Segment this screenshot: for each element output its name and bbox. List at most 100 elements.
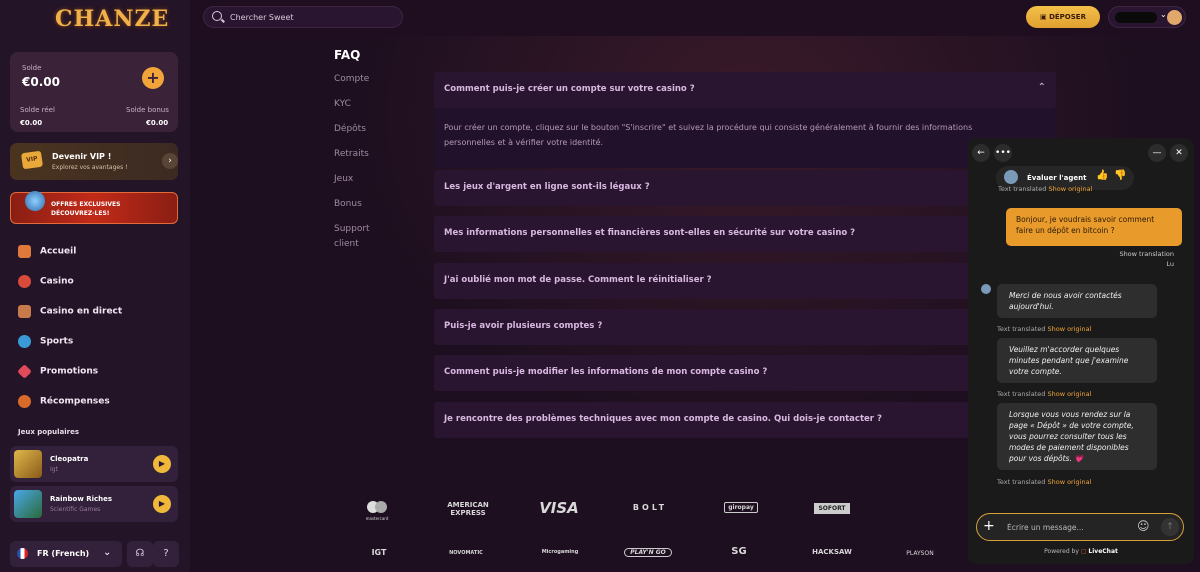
translated-label: Text translated [997, 478, 1046, 486]
answer-line: personnelles et à vérifier votre identit… [444, 138, 604, 147]
faq-item[interactable]: Je rencontre des problèmes techniques av… [434, 402, 1056, 438]
ball-icon [18, 335, 31, 348]
faq-answer-text: Pour créer un compte, cliquez sur le bou… [444, 120, 1044, 150]
brand-logo[interactable]: CHANZE [55, 6, 169, 32]
translation-note: Text translated Show original [997, 325, 1091, 333]
faq-question: Je rencontre des problèmes techniques av… [444, 414, 882, 424]
mastercard-icon [367, 501, 387, 513]
attach-plus-icon[interactable]: + [983, 518, 995, 534]
help-icon[interactable]: ? [153, 541, 179, 567]
game-provider: Scientific Games [50, 506, 101, 513]
faq-item[interactable]: J'ai oublié mon mot de passe. Comment le… [434, 263, 1056, 299]
nav-item-promotions[interactable]: Promotions [17, 364, 98, 379]
deposit-button[interactable]: ▣ DÉPOSER [1026, 6, 1100, 28]
nav-item-accueil[interactable]: Accueil [18, 245, 76, 258]
agent-message-bubble: Veuillez m'accorder quelques minutes pen… [997, 338, 1157, 383]
vip-subtitle: Explorez vos avantages ! [52, 164, 128, 171]
answer-line: Pour créer un compte, cliquez sur le bou… [444, 123, 973, 132]
gem-icon [17, 364, 32, 379]
powered-brand[interactable]: LiveChat [1088, 548, 1117, 555]
faq-nav-bonus[interactable]: Bonus [334, 199, 362, 209]
game-provider: Igt [50, 466, 58, 473]
game-card-rainbow-riches[interactable]: Rainbow Riches Scientific Games ▶ [10, 486, 178, 522]
chevron-up-icon: ⌃ [1037, 82, 1046, 93]
vip-banner[interactable]: VIP Devenir VIP ! Explorez vos avantages… [10, 143, 178, 180]
faq-nav-support[interactable]: Support [334, 224, 370, 234]
vip-badge-icon: VIP [20, 150, 44, 170]
translated-label: Text translated [997, 325, 1046, 333]
agent-avatar [981, 284, 991, 294]
bolt-logo: BOLT [632, 503, 668, 512]
exclusive-offers-banner[interactable]: OFFRES EXCLUSIVES DÉCOUVREZ-LES! [10, 191, 178, 224]
message-input[interactable] [1007, 521, 1127, 534]
user-menu[interactable]: ⌄ [1108, 6, 1186, 28]
nav-label: Récompenses [40, 396, 110, 407]
agent-message-bubble: Lorsque vous vous rendez sur la page « D… [997, 403, 1157, 470]
add-funds-button[interactable]: + [142, 67, 164, 89]
faq-nav-compte[interactable]: Compte [334, 74, 369, 84]
faq-item[interactable]: Puis-je avoir plusieurs comptes ? [434, 309, 1056, 345]
thumbs-up-icon[interactable]: 👍 [1096, 170, 1108, 181]
offers-line1: OFFRES EXCLUSIVES [51, 201, 121, 208]
faq-nav-kyc[interactable]: KYC [334, 99, 351, 109]
bonus-balance-label: Solde bonus [126, 106, 169, 114]
search-input[interactable] [230, 10, 390, 24]
faq-nav-depots[interactable]: Dépôts [334, 124, 366, 134]
show-original-link[interactable]: Show original [1047, 390, 1091, 398]
wallet-card: Solde €0.00 + Solde réel Solde bonus €0.… [10, 52, 178, 132]
avatar[interactable] [1167, 10, 1182, 25]
home-icon [18, 245, 31, 258]
more-options-icon[interactable]: ••• [994, 144, 1012, 162]
vip-title: Devenir VIP ! [52, 152, 112, 161]
faq-nav-client[interactable]: client [334, 239, 359, 249]
show-translation-link[interactable]: Show translation [968, 250, 1174, 258]
nav-item-casino[interactable]: Casino [18, 275, 74, 288]
nav-item-recompenses[interactable]: Récompenses [18, 395, 110, 408]
nav-item-sports[interactable]: Sports [18, 335, 73, 348]
playngo-logo: PLAY'N GO [624, 548, 672, 557]
show-original-link[interactable]: Show original [1048, 185, 1092, 193]
search-box[interactable] [203, 6, 403, 28]
user-message-bubble: Bonjour, je voudrais savoir comment fair… [1006, 208, 1182, 246]
game-card-cleopatra[interactable]: Cleopatra Igt ▶ [10, 446, 178, 482]
search-icon [212, 11, 222, 21]
nav-item-live-casino[interactable]: Casino en direct [18, 305, 122, 318]
headset-support-icon[interactable]: ☊ [127, 541, 153, 567]
real-balance-value: €0.00 [20, 119, 43, 127]
close-icon[interactable]: ✕ [1170, 144, 1188, 162]
emoji-icon[interactable]: ☺ [1137, 519, 1150, 533]
faq-question: Puis-je avoir plusieurs comptes ? [444, 321, 603, 331]
send-arrow-icon[interactable]: ↑ [1161, 518, 1179, 536]
powered-label: Powered by [1044, 548, 1079, 555]
popular-games-title: Jeux populaires [18, 428, 79, 436]
faq-item[interactable]: Comment puis-je créer un compte sur votr… [434, 72, 1056, 108]
faq-item[interactable]: Mes informations personnelles et financi… [434, 216, 1056, 252]
faq-item[interactable]: Comment puis-je modifier les information… [434, 355, 1056, 391]
hacksaw-logo: HACKSAW [812, 548, 852, 556]
show-original-link[interactable]: Show original [1047, 325, 1091, 333]
real-balance-label: Solde réel [20, 106, 55, 114]
rewards-icon [18, 395, 31, 408]
faq-item[interactable]: Les jeux d'argent en ligne sont-ils léga… [434, 170, 1056, 206]
game-thumbnail [14, 490, 42, 518]
play-icon[interactable]: ▶ [153, 495, 171, 513]
read-status: Lu [1166, 260, 1174, 268]
message-composer[interactable]: + ☺ ↑ [976, 513, 1184, 541]
faq-nav-jeux[interactable]: Jeux [334, 174, 353, 184]
logo-label: mastercard [365, 516, 389, 521]
amex-logo: AMERICAN EXPRESS [447, 501, 489, 517]
show-original-link[interactable]: Show original [1047, 478, 1091, 486]
faq-nav-retraits[interactable]: Retraits [334, 149, 369, 159]
minimize-icon[interactable]: — [1148, 144, 1166, 162]
back-arrow-icon[interactable]: ← [972, 144, 990, 162]
agent-message-bubble: Merci de nous avoir contactés aujourd'hu… [997, 284, 1157, 318]
chevron-right-icon[interactable]: › [162, 153, 178, 169]
wallet-icon: ▣ [1040, 13, 1050, 21]
play-icon[interactable]: ▶ [153, 455, 171, 473]
sidebar: CHANZE Solde €0.00 + Solde réel Solde bo… [0, 0, 190, 572]
powered-by: Powered by ▢ LiveChat [968, 548, 1194, 555]
thumbs-down-icon[interactable]: 👎 [1114, 170, 1126, 181]
translation-note: Text translated Show original [997, 390, 1091, 398]
chevron-down-icon: ⌄ [103, 547, 112, 558]
language-selector[interactable]: FR (French) ⌄ [10, 541, 122, 567]
